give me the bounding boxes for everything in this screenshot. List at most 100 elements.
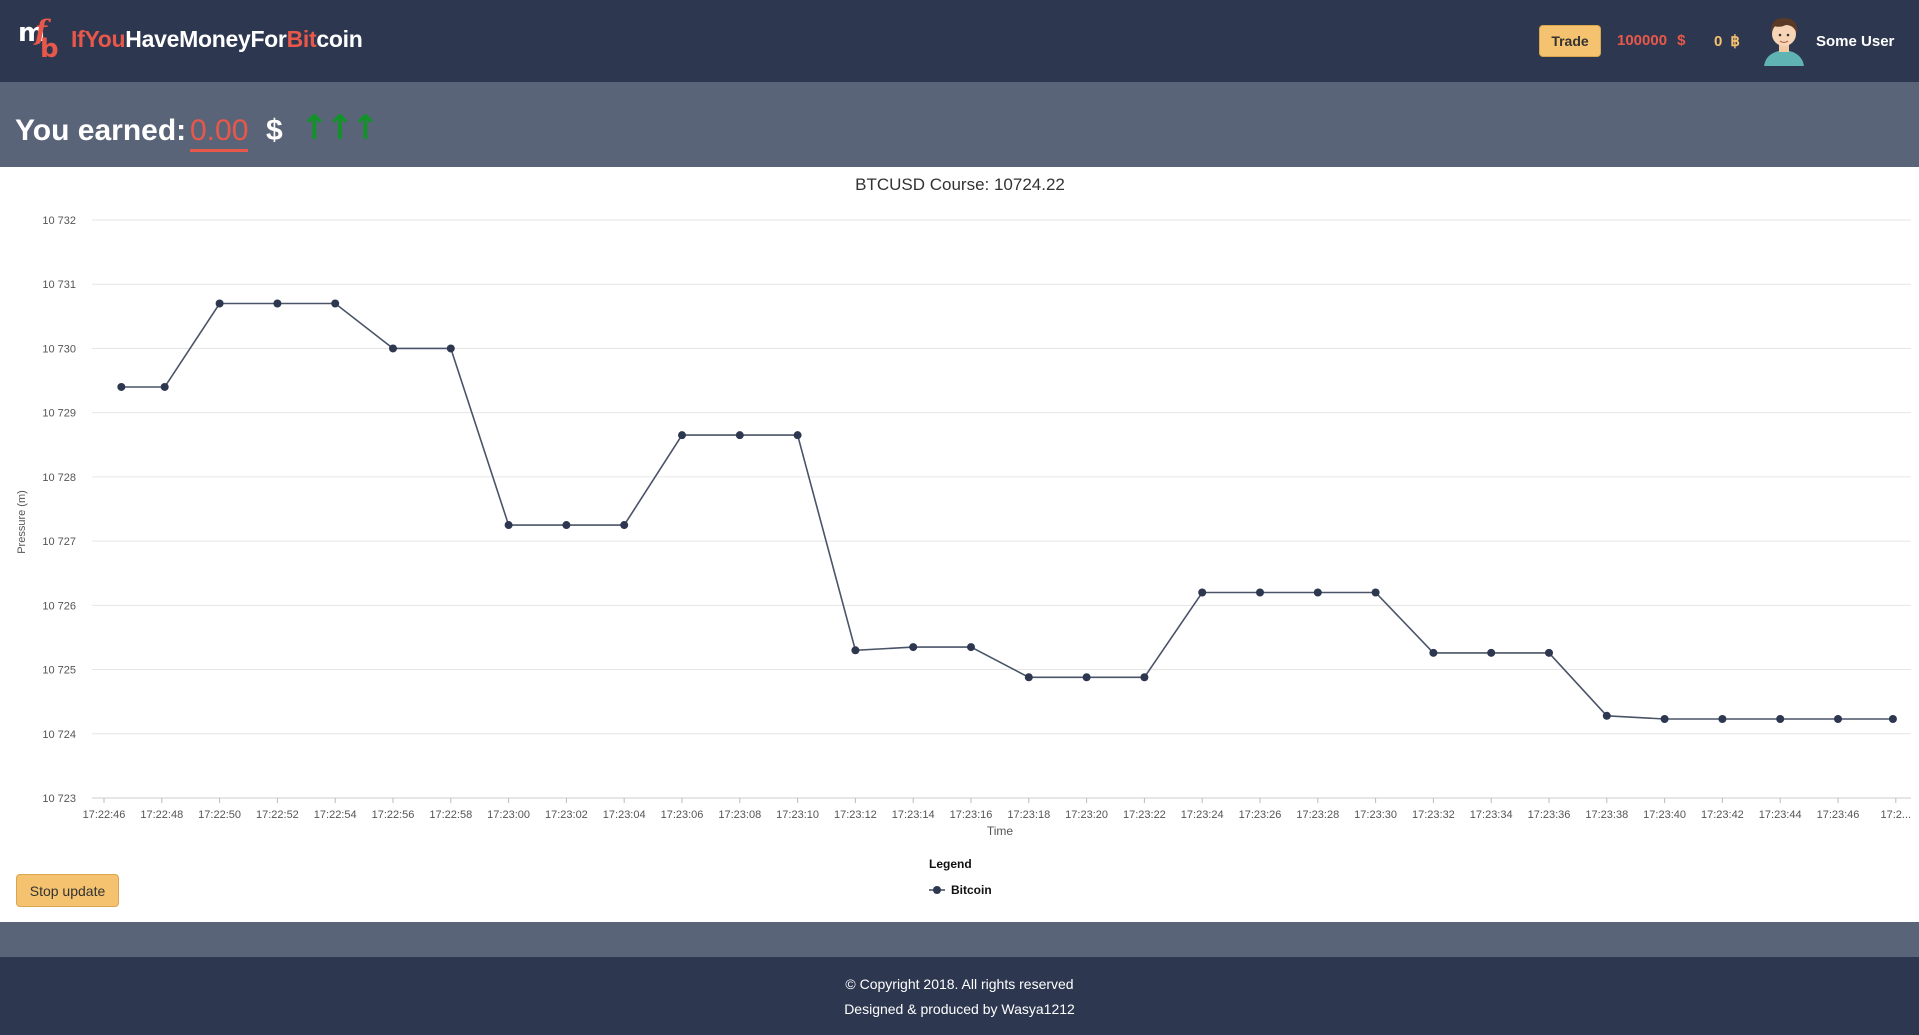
earned-banner (0, 82, 1919, 167)
brand-segment: Bit (286, 26, 317, 52)
dollar-icon: $ (1677, 32, 1686, 49)
trade-button[interactable]: Trade (1539, 25, 1601, 57)
x-tick-label: 17:22:56 (372, 809, 415, 821)
brand-segment: Money (179, 26, 251, 52)
y-tick-label: 10 727 (42, 536, 76, 548)
user-name[interactable]: Some User (1816, 33, 1894, 50)
x-tick-label: 17:22:46 (83, 809, 126, 821)
data-point (1776, 715, 1785, 724)
data-point (1024, 673, 1033, 682)
footer: © Copyright 2018. All rights reserved De… (0, 957, 1919, 1035)
data-point (1256, 588, 1264, 597)
data-point (1313, 588, 1322, 597)
earned-currency: $ (266, 114, 283, 147)
y-tick-label: 10 723 (42, 793, 76, 805)
data-point (331, 299, 340, 308)
x-tick-label: 17:23:12 (834, 809, 877, 821)
usd-balance: 100000 $ (1617, 32, 1686, 49)
data-point (117, 382, 126, 391)
data-point (678, 431, 686, 440)
y-tick-label: 10 732 (42, 215, 76, 227)
data-point (215, 299, 224, 308)
data-point (1834, 715, 1842, 724)
data-point (1371, 588, 1380, 597)
x-tick-label: 17:22:52 (256, 809, 299, 821)
y-tick-label: 10 726 (42, 600, 76, 612)
data-point (1660, 715, 1669, 724)
brand-segment: IfYou (71, 26, 126, 52)
y-axis-label: Pressure (m) (16, 490, 28, 554)
logo-icon[interactable]: m f b (18, 14, 62, 64)
data-point (562, 521, 571, 530)
y-tick-label: 10 728 (42, 472, 76, 484)
x-tick-label: 17:23:42 (1701, 809, 1744, 821)
brand-segment: coin (316, 26, 363, 52)
x-tick-label: 17:23:26 (1239, 809, 1282, 821)
top-navbar: m f b IfYouHaveMoneyForBitcoin Trade 100… (0, 0, 1919, 82)
data-point (273, 299, 282, 308)
x-tick-label: 17:23:20 (1065, 809, 1108, 821)
x-tick-label: 17:23:36 (1528, 809, 1571, 821)
x-tick-label: 17:23:46 (1817, 809, 1860, 821)
chart-title: BTCUSD Course: 10724.22 (855, 175, 1065, 194)
series-line-bitcoin (121, 302, 1893, 720)
stop-update-button[interactable]: Stop update (16, 874, 119, 907)
x-tick-label: 17:23:14 (892, 809, 935, 821)
data-point (1082, 673, 1091, 682)
data-point (1545, 648, 1553, 657)
x-tick-label: 17:23:24 (1181, 809, 1224, 821)
data-point (620, 521, 629, 530)
x-tick-label: 17:23:02 (545, 809, 588, 821)
data-point (1888, 715, 1897, 724)
x-tick-label: 17:22:54 (314, 809, 357, 821)
x-tick-label: 17:23:04 (603, 809, 646, 821)
y-tick-label: 10 729 (42, 408, 76, 420)
x-axis-label: Time (987, 824, 1014, 838)
x-tick-label: 17:23:10 (776, 809, 819, 821)
x-tick-label: 17:23:08 (718, 809, 761, 821)
legend-item-label: Bitcoin (951, 883, 992, 897)
brand-name[interactable]: IfYouHaveMoneyForBitcoin (71, 26, 363, 53)
footer-copyright: © Copyright 2018. All rights reserved (845, 976, 1074, 992)
earned-value: 0.00 (190, 114, 249, 152)
y-tick-label: 10 724 (42, 729, 76, 741)
data-point (1487, 648, 1496, 657)
legend-title: Legend (929, 857, 972, 871)
data-point (793, 431, 802, 440)
x-tick-label: 17:23:30 (1354, 809, 1397, 821)
x-tick-label: 17:22:58 (429, 809, 472, 821)
data-point (1602, 711, 1611, 720)
data-point (504, 521, 513, 530)
x-tick-label: 17:23:06 (661, 809, 704, 821)
legend-swatch-marker (933, 886, 941, 894)
x-tick-label: 17:23:28 (1296, 809, 1339, 821)
y-tick-label: 10 730 (42, 343, 76, 355)
x-tick-label: 17:23:22 (1123, 809, 1166, 821)
earned-label: You earned: (15, 114, 187, 147)
btc-balance: 0 ฿ (1714, 33, 1740, 50)
x-tick-label: 17:23:34 (1470, 809, 1513, 821)
data-point (1718, 715, 1727, 724)
x-tick-label: 17:23:32 (1412, 809, 1455, 821)
x-tick-label: 17:23:18 (1007, 809, 1050, 821)
data-point (389, 344, 397, 353)
data-point (967, 643, 975, 652)
x-tick-label: 17:23:40 (1643, 809, 1686, 821)
x-tick-label: 17:23:38 (1585, 809, 1628, 821)
avatar[interactable] (1760, 14, 1808, 66)
data-point (1429, 648, 1438, 657)
price-chart: BTCUSD Course: 10724.22 10 723 10 724 10 72… (0, 167, 1919, 922)
data-point (735, 431, 744, 440)
x-tick-label: 17:23:44 (1759, 809, 1802, 821)
data-point (851, 646, 860, 655)
x-tick-label: 17:23:00 (487, 809, 530, 821)
brand-segment: Have (125, 26, 180, 52)
x-tick-label: 17:2... (1881, 809, 1912, 821)
trend-up-icon: ↑↑↑ (300, 108, 379, 148)
data-point (160, 382, 169, 391)
footer-divider (0, 922, 1919, 957)
data-point (909, 643, 918, 652)
x-tick-label: 17:22:48 (140, 809, 183, 821)
brand-segment: For (250, 26, 287, 52)
footer-credits: Designed & produced by Wasya1212 (844, 1001, 1075, 1017)
